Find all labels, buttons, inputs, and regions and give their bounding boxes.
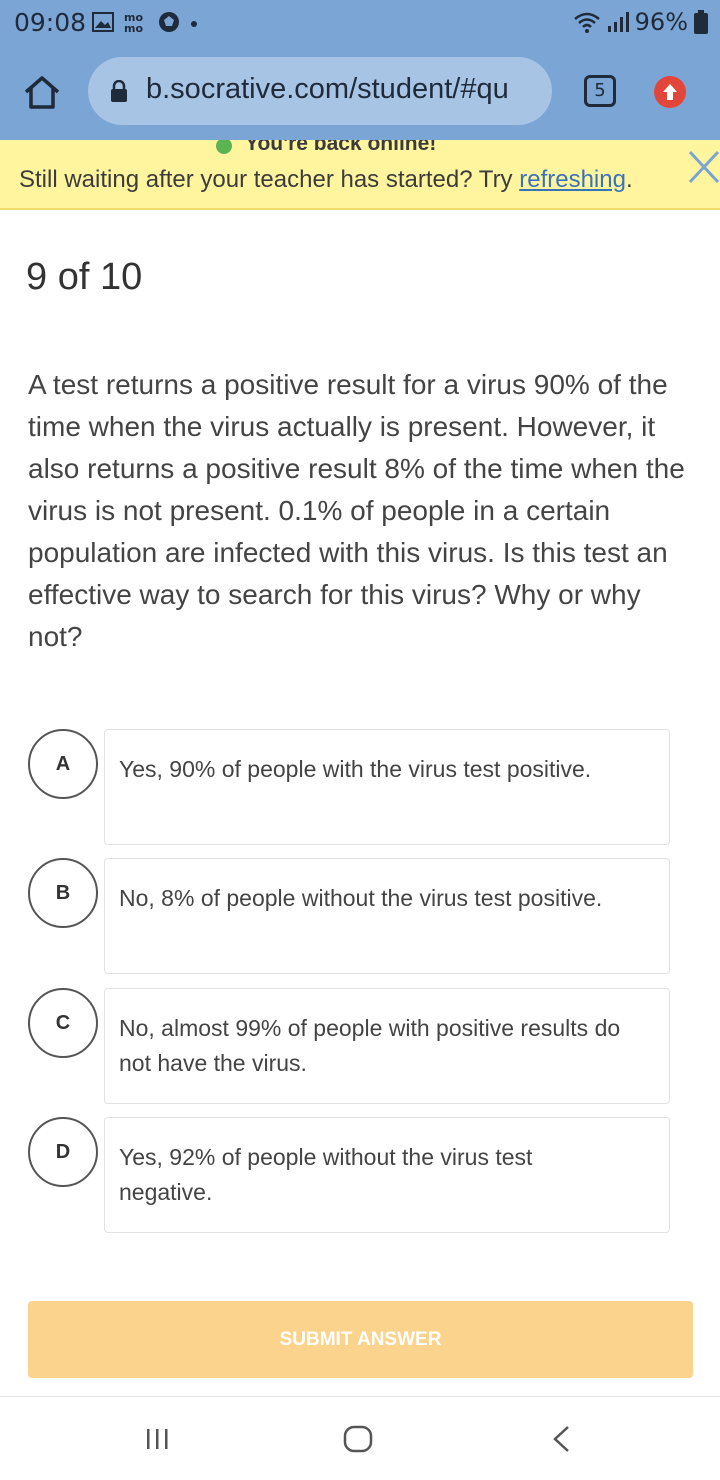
update-button[interactable] xyxy=(654,76,686,108)
gallery-icon xyxy=(92,12,114,32)
back-icon[interactable] xyxy=(550,1425,572,1453)
home-icon[interactable] xyxy=(22,74,62,110)
banner-message-text: Still waiting after your teacher has sta… xyxy=(19,166,520,193)
answer-letter-d[interactable]: D xyxy=(28,1117,98,1187)
banner-trailing: . xyxy=(625,166,633,193)
online-status-text: You're back online! xyxy=(245,140,437,155)
banner-message: Still waiting after your teacher has sta… xyxy=(19,166,633,194)
answer-text-a[interactable]: Yes, 90% of people with the virus test p… xyxy=(104,729,670,845)
answer-letter-a[interactable]: A xyxy=(28,729,98,799)
address-bar[interactable]: b.socrative.com/student/#qu xyxy=(88,57,552,125)
answer-option-b[interactable]: B No, 8% of people without the virus tes… xyxy=(28,858,670,974)
answer-text-d[interactable]: Yes, 92% of people without the virus tes… xyxy=(104,1117,670,1233)
browser-toolbar: b.socrative.com/student/#qu 5 xyxy=(0,44,720,140)
mo-icon: momo xyxy=(124,11,143,33)
refresh-link[interactable]: refreshing xyxy=(519,166,626,193)
status-bar: 09:08 mo mo 96% xyxy=(0,0,720,44)
battery-icon xyxy=(694,10,708,34)
status-time: 09:08 xyxy=(14,8,87,37)
tab-switcher-button[interactable]: 5 xyxy=(584,75,616,107)
notification-icons: mo mo xyxy=(92,11,198,33)
submit-answer-button[interactable]: SUBMIT ANSWER xyxy=(28,1301,693,1378)
nav-home-icon[interactable] xyxy=(343,1425,373,1453)
ball-icon xyxy=(159,12,179,32)
recents-icon[interactable] xyxy=(145,1427,169,1451)
answer-option-d[interactable]: D Yes, 92% of people without the virus t… xyxy=(28,1117,670,1233)
answer-text-c[interactable]: No, almost 99% of people with positive r… xyxy=(104,988,670,1104)
reconnect-banner: You're back online! Still waiting after … xyxy=(0,140,720,210)
answer-option-a[interactable]: A Yes, 90% of people with the virus test… xyxy=(28,729,670,845)
answer-option-c[interactable]: C No, almost 99% of people with positive… xyxy=(28,988,670,1104)
dot-icon xyxy=(191,21,197,27)
system-icons: 96% xyxy=(573,8,708,36)
answer-text-b[interactable]: No, 8% of people without the virus test … xyxy=(104,858,670,974)
online-status-dot xyxy=(216,140,232,154)
answer-letter-c[interactable]: C xyxy=(28,988,98,1058)
answer-letter-b[interactable]: B xyxy=(28,858,98,928)
close-icon[interactable] xyxy=(688,150,720,184)
lock-icon xyxy=(111,80,127,102)
system-nav-bar xyxy=(0,1396,720,1480)
signal-icon xyxy=(607,12,629,32)
question-text: A test returns a positive result for a v… xyxy=(28,369,685,652)
battery-percent: 96% xyxy=(634,8,688,36)
wifi-icon xyxy=(573,12,600,33)
arrow-up-icon xyxy=(663,84,677,100)
url-text[interactable]: b.socrative.com/student/#qu xyxy=(146,73,509,106)
question-progress: 9 of 10 xyxy=(26,256,143,298)
svg-text:mo: mo xyxy=(124,22,143,33)
